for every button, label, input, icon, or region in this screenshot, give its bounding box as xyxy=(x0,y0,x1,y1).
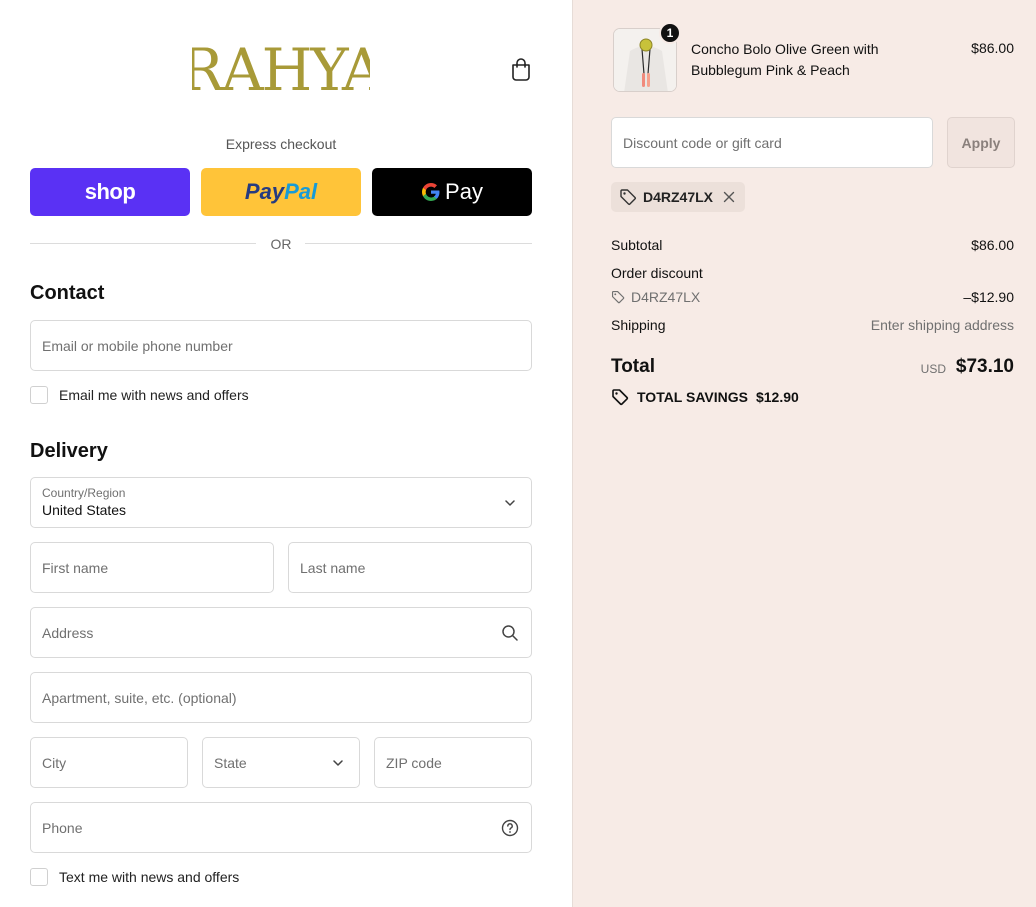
last-name-placeholder: Last name xyxy=(300,559,366,576)
shop-pay-button[interactable]: shop xyxy=(30,168,190,216)
total-label: Total xyxy=(611,356,655,377)
rahya-logo-icon: RAHYA xyxy=(180,36,387,104)
apply-label: Apply xyxy=(961,134,1001,151)
shipping-row: Shipping Enter shipping address xyxy=(611,317,1014,333)
product-price: $86.00 xyxy=(971,40,1014,56)
applied-discount-chip: D4RZ47LX xyxy=(611,182,746,212)
discount-value: –$12.90 xyxy=(963,289,1014,305)
email-news-checkbox[interactable] xyxy=(30,386,48,404)
discount-code-label: D4RZ47LX xyxy=(631,289,701,305)
gpay-label: Pay xyxy=(445,179,483,204)
remove-code-icon[interactable] xyxy=(723,191,735,203)
city-placeholder: City xyxy=(42,754,67,771)
chevron-down-icon xyxy=(333,759,343,766)
google-pay-button[interactable]: Pay xyxy=(372,168,532,216)
country-select[interactable]: Country/Region United States xyxy=(30,477,532,528)
discount-placeholder: Discount code or gift card xyxy=(623,134,782,151)
paypal-label-part2: Pal xyxy=(284,179,318,204)
contact-heading: Contact xyxy=(30,282,105,304)
phone-field[interactable]: Phone xyxy=(30,802,532,853)
apply-discount-button[interactable]: Apply xyxy=(947,117,1015,168)
chevron-down-icon xyxy=(505,499,515,506)
divider-left xyxy=(30,243,256,244)
quantity-badge: 1 xyxy=(659,22,681,44)
address-placeholder: Address xyxy=(42,624,94,641)
divider-right xyxy=(305,243,532,244)
city-field[interactable]: City xyxy=(30,737,188,788)
total-value: $73.10 xyxy=(955,356,1014,377)
order-summary-panel: 1 Concho Bolo Olive Green with Bubblegum… xyxy=(572,0,1036,907)
text-news-option[interactable]: Text me with news and offers xyxy=(30,868,239,886)
last-name-field[interactable]: Last name xyxy=(288,542,532,593)
subtotal-row: Subtotal $86.00 xyxy=(611,237,1014,253)
address-field[interactable]: Address xyxy=(30,607,532,658)
applied-code-label: D4RZ47LX xyxy=(643,189,714,205)
svg-text:RAHYA: RAHYA xyxy=(192,36,370,98)
total-savings: TOTAL SAVINGS $12.90 xyxy=(611,388,799,406)
first-name-placeholder: First name xyxy=(42,559,109,576)
state-placeholder: State xyxy=(214,754,247,771)
order-discount-label: Order discount xyxy=(611,265,703,281)
discount-code-input[interactable]: Discount code or gift card xyxy=(611,117,933,168)
express-checkout-title: Express checkout xyxy=(225,136,337,152)
savings-label: TOTAL SAVINGS xyxy=(637,389,748,405)
phone-placeholder: Phone xyxy=(42,819,83,836)
tag-icon xyxy=(620,189,636,205)
brand-logo[interactable]: RAHYA xyxy=(180,36,387,104)
shopping-bag-icon[interactable] xyxy=(508,56,534,82)
currency-code: USD xyxy=(920,362,946,376)
country-value: United States xyxy=(42,502,127,518)
delivery-heading: Delivery xyxy=(30,440,108,462)
country-label: Country/Region xyxy=(42,486,126,500)
paypal-button[interactable]: Pay Pal xyxy=(201,168,361,216)
shipping-label: Shipping xyxy=(611,317,666,333)
first-name-field[interactable]: First name xyxy=(30,542,274,593)
checkout-form-panel: RAHYA Express checkout shop Pay Pal Pay O… xyxy=(0,0,572,907)
zip-placeholder: ZIP code xyxy=(386,754,442,771)
apartment-field[interactable]: Apartment, suite, etc. (optional) xyxy=(30,672,532,723)
email-news-label: Email me with news and offers xyxy=(59,387,249,403)
subtotal-label: Subtotal xyxy=(611,237,663,253)
search-icon xyxy=(502,624,518,641)
subtotal-value: $86.00 xyxy=(971,237,1014,253)
zip-field[interactable]: ZIP code xyxy=(374,737,532,788)
email-field[interactable]: Email or mobile phone number xyxy=(30,320,532,371)
text-news-checkbox[interactable] xyxy=(30,868,48,886)
shipping-value: Enter shipping address xyxy=(870,317,1014,333)
google-g-icon xyxy=(422,183,440,201)
discount-code-row: D4RZ47LX –$12.90 xyxy=(611,289,1014,305)
help-icon[interactable] xyxy=(501,819,519,837)
or-divider-label: OR xyxy=(270,236,292,252)
email-news-option[interactable]: Email me with news and offers xyxy=(30,386,249,404)
state-select[interactable]: State xyxy=(202,737,360,788)
savings-tag-icon xyxy=(612,389,629,406)
tag-icon xyxy=(611,290,625,304)
paypal-label-part1: Pay xyxy=(244,179,285,204)
apartment-placeholder: Apartment, suite, etc. (optional) xyxy=(42,689,237,706)
shop-label: shop xyxy=(84,179,136,204)
order-discount-row: Order discount xyxy=(611,265,1014,281)
email-placeholder: Email or mobile phone number xyxy=(42,337,233,354)
savings-value: $12.90 xyxy=(755,389,799,405)
text-news-label: Text me with news and offers xyxy=(59,869,240,885)
product-name: Concho Bolo Olive Green with Bubblegum P… xyxy=(691,41,879,78)
discount-code-group: D4RZ47LX xyxy=(611,289,700,305)
